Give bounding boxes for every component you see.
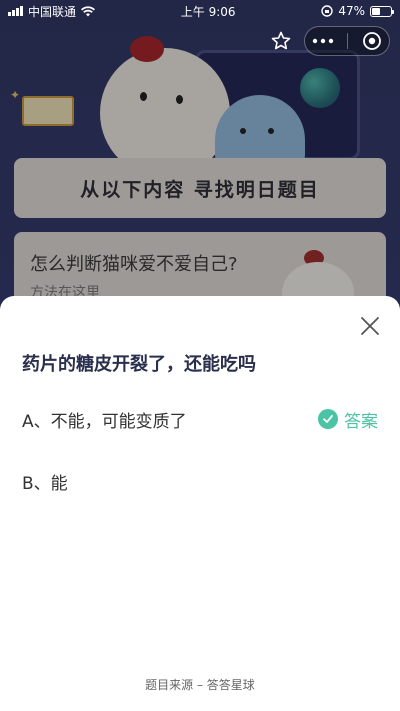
orientation-lock-icon — [321, 5, 334, 17]
battery-fill — [371, 7, 381, 15]
carrier-name: 中国联通 — [28, 4, 77, 19]
wifi-icon — [81, 5, 96, 16]
mini-program-capsule — [266, 26, 390, 56]
more-icon[interactable] — [312, 38, 334, 44]
favorite-button[interactable] — [266, 26, 296, 56]
option-a-label: A、不能，可能变质了 — [22, 411, 187, 432]
close-icon — [361, 317, 379, 335]
close-circle-icon[interactable] — [362, 31, 382, 51]
battery-icon — [369, 5, 394, 17]
status-time: 上午 9:06 — [180, 4, 236, 19]
status-bar: 中国联通 上午 9:06 47% — [0, 0, 400, 22]
battery-percent: 47% — [338, 4, 365, 18]
check-icon — [318, 409, 338, 429]
answer-sheet: 药片的糖皮开裂了，还能吃吗 A、不能，可能变质了 答案 B、能 题目来源 – 答… — [0, 296, 400, 711]
status-right: 47% — [321, 4, 394, 18]
capsule-pill — [304, 26, 390, 56]
answer-badge: 答案 — [318, 407, 378, 432]
close-button[interactable] — [356, 312, 384, 340]
question-source: 题目来源 – 答答星球 — [145, 678, 255, 692]
option-b-label: B、能 — [22, 473, 68, 494]
option-a[interactable]: A、不能，可能变质了 答案 — [22, 404, 378, 434]
status-left: 中国联通 — [8, 3, 96, 20]
answer-label: 答案 — [344, 411, 378, 432]
signal-icon — [8, 6, 23, 16]
question-text: 药片的糖皮开裂了，还能吃吗 — [22, 354, 256, 375]
option-b[interactable]: B、能 — [22, 466, 378, 496]
capsule-divider — [347, 33, 349, 49]
star-icon — [271, 31, 291, 50]
